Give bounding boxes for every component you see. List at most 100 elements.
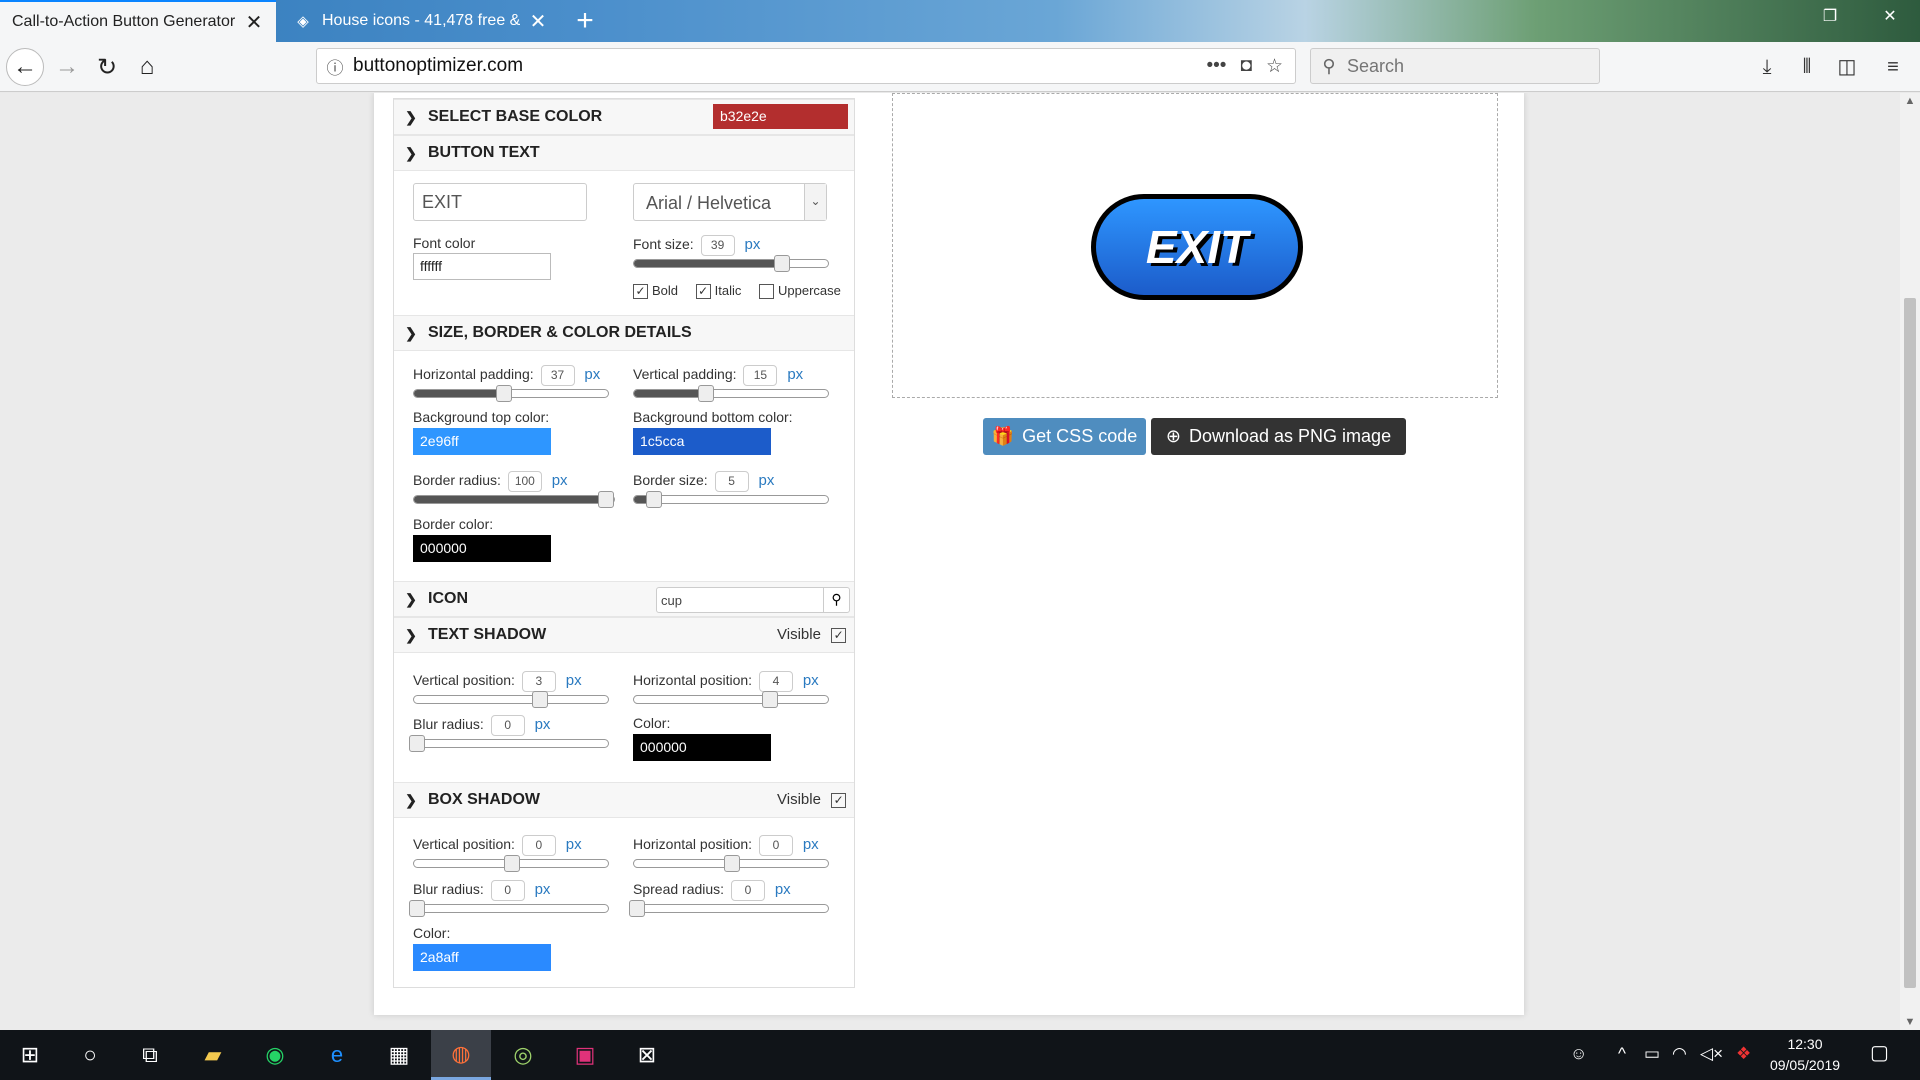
bs-spread-input[interactable]: 0: [730, 880, 765, 901]
search-bar[interactable]: ⚲: [1310, 48, 1600, 84]
home-button[interactable]: ⌂: [128, 48, 166, 86]
v-padding-slider[interactable]: [633, 385, 829, 402]
people-icon[interactable]: ☺: [1570, 1044, 1587, 1064]
library-icon[interactable]: ⫴: [1792, 52, 1822, 82]
downloads-icon[interactable]: ⤓: [1752, 52, 1782, 82]
task-view-icon[interactable]: ⧉: [120, 1030, 180, 1080]
slider-handle[interactable]: [698, 385, 714, 402]
scroll-down-icon[interactable]: ▼: [1900, 1016, 1920, 1028]
window-app-icon[interactable]: ⊠: [617, 1030, 677, 1080]
slider-handle[interactable]: [646, 491, 662, 508]
slider-handle[interactable]: [629, 900, 645, 917]
chevron-up-icon[interactable]: ^: [1618, 1044, 1626, 1064]
volume-muted-icon[interactable]: ◁×: [1700, 1044, 1723, 1064]
h-padding-slider[interactable]: [413, 385, 609, 402]
file-explorer-icon[interactable]: ▰: [183, 1030, 243, 1080]
slider-handle[interactable]: [409, 900, 425, 917]
address-bar[interactable]: ⓘ buttonoptimizer.com ••• ◘ ☆: [316, 48, 1296, 84]
close-icon[interactable]: ✕: [244, 10, 264, 35]
calculator-icon[interactable]: ▦: [369, 1030, 429, 1080]
border-radius-slider[interactable]: [413, 491, 615, 508]
info-icon[interactable]: ⓘ: [317, 54, 353, 79]
ts-hpos-input[interactable]: 4: [758, 671, 793, 692]
border-color-field[interactable]: 000000: [413, 535, 551, 562]
font-family-select[interactable]: Arial / Helvetica ⌄: [633, 183, 827, 221]
slider-handle[interactable]: [762, 691, 778, 708]
cta-button-preview[interactable]: EXIT: [1091, 194, 1303, 300]
edge-icon[interactable]: e: [307, 1030, 367, 1080]
sidebar-icon[interactable]: ◫: [1832, 52, 1862, 82]
text-shadow-visible-checkbox[interactable]: ✓: [831, 627, 847, 643]
bs-hpos-slider[interactable]: [633, 855, 829, 872]
windows-start-icon[interactable]: ⊞: [0, 1030, 60, 1080]
bg-top-color-field[interactable]: 2e96ff: [413, 428, 551, 455]
firefox-icon[interactable]: ◍: [431, 1030, 491, 1080]
forward-button[interactable]: →: [48, 48, 86, 86]
pocket-icon[interactable]: ◘: [1240, 55, 1251, 78]
box-shadow-visible-checkbox[interactable]: ✓: [831, 792, 847, 808]
ts-hpos-slider[interactable]: [633, 691, 829, 708]
v-padding-input[interactable]: 15: [743, 365, 778, 386]
back-button[interactable]: ←: [6, 48, 44, 86]
button-text-input[interactable]: EXIT: [413, 183, 587, 221]
base-color-field[interactable]: b32e2e: [713, 104, 848, 129]
border-size-slider[interactable]: [633, 491, 829, 508]
page-scrollbar[interactable]: ▲ ▼: [1900, 93, 1920, 1030]
italic-checkbox[interactable]: ✓: [695, 284, 711, 300]
font-size-slider[interactable]: [633, 255, 829, 272]
bs-vpos-input[interactable]: 0: [521, 835, 556, 856]
icon-search-input[interactable]: cup ⚲: [656, 587, 850, 613]
bold-checkbox[interactable]: ✓: [633, 284, 648, 300]
menu-icon[interactable]: ≡: [1878, 52, 1908, 82]
jetbrains-icon[interactable]: ▣: [555, 1030, 615, 1080]
close-window-icon[interactable]: ✕: [1870, 6, 1910, 26]
border-radius-input[interactable]: 100: [507, 471, 542, 492]
slider-handle[interactable]: [409, 735, 425, 752]
dropbox-icon[interactable]: ❖: [1736, 1044, 1751, 1064]
whatsapp-icon[interactable]: ◉: [245, 1030, 305, 1080]
slider-handle[interactable]: [496, 385, 512, 402]
ts-blur-input[interactable]: 0: [490, 715, 525, 736]
ts-blur-slider[interactable]: [409, 735, 609, 752]
search-icon[interactable]: ⚲: [823, 588, 849, 612]
bs-vpos-slider[interactable]: [413, 855, 609, 872]
ts-color-field[interactable]: 000000: [633, 734, 771, 761]
more-actions-icon[interactable]: •••: [1207, 55, 1227, 78]
scroll-up-icon[interactable]: ▲: [1900, 95, 1920, 107]
search-input[interactable]: [1347, 55, 1587, 77]
eye-app-icon[interactable]: ◎: [493, 1030, 553, 1080]
slider-handle[interactable]: [724, 855, 740, 872]
scrollbar-thumb[interactable]: [1904, 298, 1916, 988]
slider-handle[interactable]: [504, 855, 520, 872]
battery-icon[interactable]: ▭: [1644, 1044, 1660, 1064]
ts-vpos-slider[interactable]: [413, 691, 609, 708]
cortana-icon[interactable]: ○: [60, 1030, 120, 1080]
get-css-code-button[interactable]: 🎁 Get CSS code: [983, 418, 1146, 455]
tab-house-icons[interactable]: ◈ House icons - 41,478 free & pr ✕: [282, 0, 560, 42]
tab-call-to-action[interactable]: Call-to-Action Button Generator - D ✕: [0, 0, 276, 42]
uppercase-checkbox[interactable]: [759, 284, 775, 300]
slider-handle[interactable]: [598, 491, 614, 508]
slider-handle[interactable]: [774, 255, 790, 272]
bs-blur-slider[interactable]: [409, 900, 609, 917]
ts-vpos-input[interactable]: 3: [521, 671, 556, 692]
new-tab-button[interactable]: +: [568, 4, 602, 38]
h-padding-input[interactable]: 37: [540, 365, 575, 386]
reload-button[interactable]: ↻: [88, 48, 126, 86]
bg-bottom-color-field[interactable]: 1c5cca: [633, 428, 771, 455]
bs-hpos-input[interactable]: 0: [758, 835, 793, 856]
border-size-input[interactable]: 5: [714, 471, 749, 492]
url-text[interactable]: buttonoptimizer.com: [353, 55, 1207, 77]
slider-handle[interactable]: [532, 691, 548, 708]
wifi-icon[interactable]: ◠: [1672, 1044, 1687, 1064]
font-color-field[interactable]: ffffff: [413, 253, 551, 280]
download-png-button[interactable]: ⊕ Download as PNG image: [1151, 418, 1406, 455]
font-size-input[interactable]: 39: [700, 235, 735, 256]
section-button-text[interactable]: ❯ BUTTON TEXT: [394, 135, 854, 171]
taskbar-clock[interactable]: 12:30 09/05/2019: [1760, 1034, 1850, 1076]
notifications-icon[interactable]: ▢: [1870, 1040, 1889, 1065]
restore-window-icon[interactable]: ❐: [1810, 6, 1850, 26]
section-size-border[interactable]: ❯ SIZE, BORDER & COLOR DETAILS: [394, 315, 854, 351]
bs-color-field[interactable]: 2a8aff: [413, 944, 551, 971]
close-icon[interactable]: ✕: [528, 9, 548, 34]
